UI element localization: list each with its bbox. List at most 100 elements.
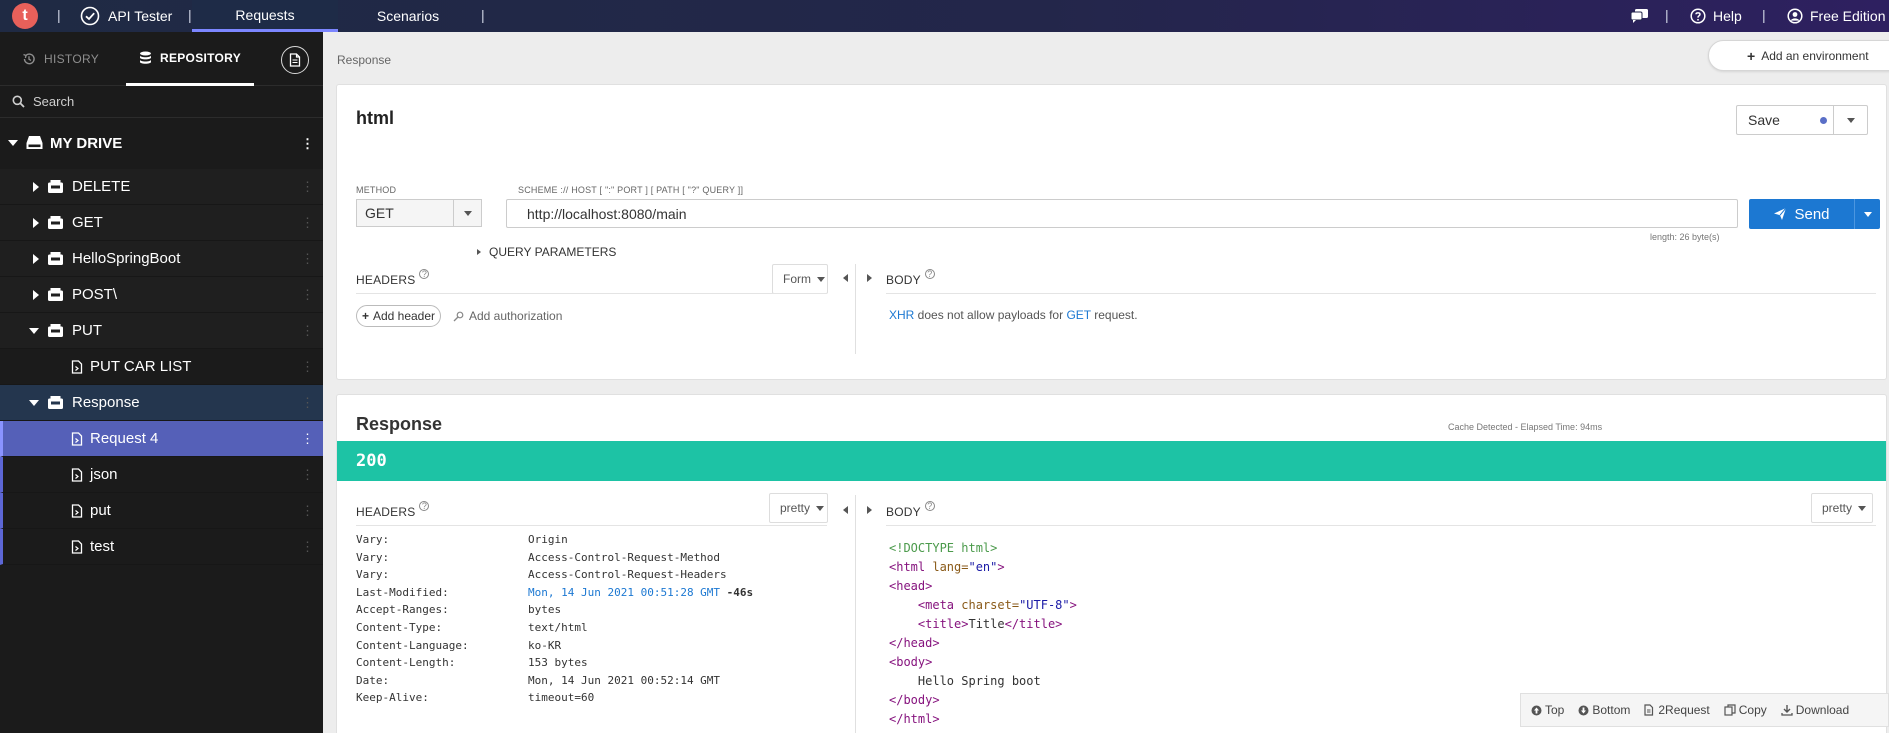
tab-requests[interactable]: Requests xyxy=(192,0,338,32)
item-menu-button[interactable]: ⋮ xyxy=(301,468,314,481)
chevron-right-icon[interactable] xyxy=(33,182,39,192)
tool-label: 2Request xyxy=(1658,703,1710,717)
add-authorization-button[interactable]: Add authorization xyxy=(453,309,562,323)
help-button[interactable]: Help xyxy=(1690,0,1742,32)
chevron-right-icon[interactable] xyxy=(33,254,39,264)
help-icon[interactable]: ? xyxy=(924,269,935,279)
item-menu-button[interactable]: ⋮ xyxy=(301,216,314,229)
request-file-icon xyxy=(71,540,83,554)
sidebar-item-label: put xyxy=(90,502,111,519)
check-circle-icon xyxy=(80,6,100,26)
sidebar-item-json[interactable]: json ⋮ xyxy=(0,457,323,493)
item-menu-button[interactable]: ⋮ xyxy=(301,432,314,445)
app-logo[interactable]: t xyxy=(12,3,38,29)
code-tag: </title> xyxy=(1004,617,1063,631)
drive-label: MY DRIVE xyxy=(50,135,123,152)
save-button[interactable]: Save xyxy=(1737,112,1833,128)
chevron-down-icon[interactable] xyxy=(8,140,18,146)
cache-note: Cache Detected - Elapsed Time: 94ms xyxy=(1448,422,1603,432)
chevron-down-icon[interactable] xyxy=(29,400,39,406)
headers-mode-dropdown[interactable]: Form xyxy=(772,264,828,294)
collapse-left-icon[interactable] xyxy=(843,506,848,514)
chat-button[interactable] xyxy=(1630,0,1649,32)
request-name[interactable]: html xyxy=(356,108,394,129)
help-icon[interactable]: ? xyxy=(924,501,935,511)
header-name: Content-Language: xyxy=(356,638,469,652)
breadcrumb[interactable]: Response xyxy=(337,53,391,67)
copy-button[interactable]: Copy xyxy=(1724,703,1767,717)
chevron-right-icon[interactable] xyxy=(33,290,39,300)
tab-history[interactable]: HISTORY xyxy=(22,32,99,86)
help-icon[interactable]: ? xyxy=(419,501,430,511)
panel-splitter[interactable] xyxy=(855,264,856,354)
add-header-button[interactable]: + Add header xyxy=(356,305,441,327)
response-headers-mode-dropdown[interactable]: pretty xyxy=(769,493,828,523)
item-menu-button[interactable]: ⋮ xyxy=(301,288,314,301)
drive-menu-button[interactable]: ⋮ xyxy=(301,137,314,150)
scroll-bottom-button[interactable]: Bottom xyxy=(1578,703,1630,717)
tab-scenarios[interactable]: Scenarios xyxy=(338,0,478,32)
sidebar-item-put-car-list[interactable]: PUT CAR LIST ⋮ xyxy=(0,349,323,385)
response-body-mode-dropdown[interactable]: pretty xyxy=(1811,493,1873,523)
new-document-button[interactable] xyxy=(281,46,309,74)
collapse-right-icon[interactable] xyxy=(867,274,872,282)
query-parameters-toggle[interactable]: QUERY PARAMETERS xyxy=(477,245,616,259)
save-menu-arrow[interactable] xyxy=(1833,106,1867,134)
save-dropdown[interactable]: Save xyxy=(1736,105,1868,135)
add-environment-button[interactable]: + Add an environment xyxy=(1708,40,1889,71)
sidebar-item-get[interactable]: GET ⋮ xyxy=(0,205,323,241)
unsaved-indicator xyxy=(1820,117,1827,124)
my-drive-row[interactable]: MY DRIVE ⋮ xyxy=(0,118,323,169)
code-tag: <body> xyxy=(889,655,933,669)
send-menu-arrow[interactable] xyxy=(1854,199,1880,229)
tab-repository[interactable]: REPOSITORY xyxy=(126,32,254,86)
sidebar-item-request-4[interactable]: Request 4 ⋮ xyxy=(0,421,323,457)
sidebar-item-post[interactable]: POST\ ⋮ xyxy=(0,277,323,313)
item-menu-button[interactable]: ⋮ xyxy=(301,360,314,373)
sidebar-search[interactable]: Search xyxy=(0,86,323,118)
panel-splitter[interactable] xyxy=(855,495,856,733)
to-request-button[interactable]: 2Request xyxy=(1644,703,1710,717)
header-name: Last-Modified: xyxy=(356,585,449,599)
sidebar-item-response-folder[interactable]: Response ⋮ xyxy=(0,385,323,421)
paper-plane-icon xyxy=(1773,207,1787,221)
add-header-label: Add header xyxy=(372,309,436,323)
collapse-right-icon[interactable] xyxy=(867,506,872,514)
sidebar-item-label: POST\ xyxy=(72,286,118,303)
xhr-link[interactable]: XHR xyxy=(889,308,914,322)
scroll-top-button[interactable]: Top xyxy=(1531,703,1564,717)
download-button[interactable]: Download xyxy=(1781,703,1849,717)
copy-icon xyxy=(1724,704,1736,716)
header-name: Date: xyxy=(356,673,390,687)
method-select[interactable]: GET xyxy=(356,199,482,227)
code-doctype: <!DOCTYPE html> xyxy=(889,541,998,555)
brand[interactable]: API Tester xyxy=(80,0,172,32)
sidebar-item-hellospringboot[interactable]: HelloSpringBoot ⋮ xyxy=(0,241,323,277)
tool-label: Bottom xyxy=(1592,703,1631,717)
sidebar-item-put[interactable]: put ⋮ xyxy=(0,493,323,529)
account-button[interactable]: Free Edition xyxy=(1787,0,1885,32)
chevron-right-icon[interactable] xyxy=(33,218,39,228)
item-menu-button[interactable]: ⋮ xyxy=(301,396,314,409)
sidebar-item-label: DELETE xyxy=(72,178,131,195)
sidebar-item-test[interactable]: test ⋮ xyxy=(0,529,323,565)
send-main[interactable]: Send xyxy=(1749,199,1854,229)
item-menu-button[interactable]: ⋮ xyxy=(301,252,314,265)
collapse-left-icon[interactable] xyxy=(843,274,848,282)
sidebar-item-label: GET xyxy=(72,214,103,231)
chevron-down-icon[interactable] xyxy=(29,328,39,334)
send-button[interactable]: Send xyxy=(1749,199,1880,229)
item-menu-button[interactable]: ⋮ xyxy=(301,504,314,517)
item-menu-button[interactable]: ⋮ xyxy=(301,324,314,337)
item-menu-button[interactable]: ⋮ xyxy=(301,180,314,193)
url-input[interactable]: http://localhost:8080/main xyxy=(506,199,1738,228)
request-file-icon xyxy=(71,468,83,482)
response-body-heading: BODY ? xyxy=(886,501,935,519)
item-menu-button[interactable]: ⋮ xyxy=(301,540,314,553)
method-select-arrow[interactable] xyxy=(453,200,481,226)
sidebar-item-delete[interactable]: DELETE ⋮ xyxy=(0,169,323,205)
sidebar-item-put-folder[interactable]: PUT ⋮ xyxy=(0,313,323,349)
search-input[interactable]: Search xyxy=(33,94,74,109)
get-link[interactable]: GET xyxy=(1066,308,1090,322)
help-icon[interactable]: ? xyxy=(419,269,430,279)
